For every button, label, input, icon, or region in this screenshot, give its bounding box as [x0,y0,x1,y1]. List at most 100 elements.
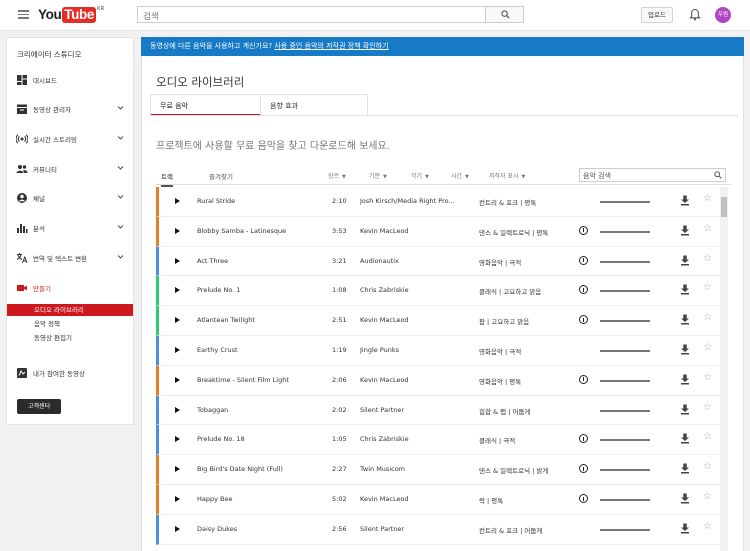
filter-duration[interactable]: 시간 ▼ [451,171,469,180]
banner-link[interactable]: 사용 중인 음악의 저작권 정책 확인하기 [274,42,388,50]
track-artist[interactable]: Silent Partner [360,406,470,414]
track-artist[interactable]: Twin Musicom [360,465,470,473]
search-input[interactable]: 검색 [137,6,486,23]
track-artist[interactable]: Jingle Punks [360,346,470,354]
sidebar-item-analytics[interactable]: 분석 [7,220,133,236]
track-row[interactable]: Earthy Crust 1:19 Jingle Punks 영화음악 | 극적 ☆ [156,336,720,366]
star-icon[interactable]: ☆ [703,282,712,293]
download-icon[interactable] [680,255,690,266]
track-row[interactable]: Daisy Dukes 2:56 Silent Partner 컨트리 & 포크 | … [156,514,720,545]
track-row[interactable]: Atlantean Twilight 2:51 Kevin MacLeod 팝 | 고… [156,306,720,336]
attribution-required-icon[interactable] [579,285,588,295]
play-icon[interactable] [175,198,180,204]
play-icon[interactable] [175,376,180,383]
play-icon[interactable] [175,347,180,353]
star-icon[interactable]: ☆ [703,402,712,413]
sidebar-item-live-streaming[interactable]: 실시간 스트리밍 [7,131,133,147]
help-center-button[interactable]: 고객센터 [17,399,61,414]
track-row[interactable]: Blobby Samba - Latinesque 3:53 Kevin MacLe… [156,216,720,247]
music-search-input[interactable]: 음악 검색 [579,168,726,182]
sidebar-item-dashboard[interactable]: 대시보드 [7,72,133,88]
sidebar-item-video-manager[interactable]: 동영상 관리자 [7,101,133,117]
sidebar-item-channel[interactable]: 채널 [7,190,133,206]
upload-button[interactable]: 업로드 [641,7,673,23]
play-icon[interactable] [175,227,180,234]
star-icon[interactable]: ☆ [703,253,712,264]
download-icon[interactable] [680,374,690,385]
star-icon[interactable]: ☆ [703,521,712,532]
attribution-required-icon[interactable] [579,225,588,235]
star-icon[interactable]: ☆ [703,342,712,353]
tab-sound-effects[interactable]: 음향 효과 [260,95,368,116]
track-artist[interactable]: Audionautix [360,257,470,265]
download-icon[interactable] [680,314,690,325]
scrollbar-thumb[interactable] [721,197,727,217]
play-icon[interactable] [175,406,180,413]
sidebar-sub-music-policy[interactable]: 음악 정책 [7,318,133,330]
track-row[interactable]: Prelude No. 18 1:05 Chris Zabriskie 클래식 | 극… [156,425,720,456]
play-icon[interactable] [175,287,180,294]
play-icon[interactable] [175,466,180,473]
scrollbar-track[interactable] [720,187,728,551]
tab-free-music[interactable]: 무료 음악 [151,95,260,116]
track-row[interactable]: Act Three 3:21 Audionautix 영화음악 | 극적 ☆ [156,246,720,277]
avatar[interactable]: 우원 [715,7,731,23]
sidebar-sub-audio-library[interactable]: 오디오 라이브러리 [7,304,133,316]
menu-icon[interactable] [18,10,29,19]
sidebar-item-create[interactable]: 만들기 [7,280,133,296]
star-icon[interactable]: ☆ [703,461,712,472]
track-artist[interactable]: Chris Zabriskie [360,286,470,294]
play-icon[interactable] [175,496,180,502]
youtube-logo[interactable]: You Tube KR [38,6,104,23]
play-icon[interactable] [175,436,180,443]
attribution-required-icon[interactable] [579,374,588,384]
filter-mood[interactable]: 기분 ▼ [369,171,387,180]
download-icon[interactable] [680,493,690,504]
star-icon[interactable]: ☆ [703,193,712,204]
track-artist[interactable]: Kevin MacLeod [360,227,470,235]
star-icon[interactable]: ☆ [703,312,712,323]
track-artist[interactable]: Silent Partner [360,525,470,533]
download-icon[interactable] [680,433,690,444]
play-icon[interactable] [175,317,180,324]
attribution-required-icon[interactable] [579,494,588,503]
filter-instrument[interactable]: 악기 ▼ [411,171,429,180]
download-icon[interactable] [680,404,690,415]
filter-genre[interactable]: 장르 ▼ [328,171,346,180]
download-icon[interactable] [680,195,690,206]
attribution-required-icon[interactable] [579,315,588,325]
filter-tab-favorites[interactable]: 즐겨찾기 [209,171,233,181]
sidebar-item-contributed-videos[interactable]: 내가 참여한 동영상 [7,365,133,381]
track-row[interactable]: Tobaggan 2:02 Silent Partner 힙합 & 랩 | 어둡게 ☆ [156,395,720,426]
download-icon[interactable] [680,463,690,474]
play-icon[interactable] [175,257,180,264]
sidebar-item-translation[interactable]: 번역 및 텍스트 변환 [7,250,133,266]
star-icon[interactable]: ☆ [703,431,712,442]
track-row[interactable]: Rural Stride 2:10 Josh Kirsch/Media Right … [156,187,720,217]
attribution-required-icon[interactable] [579,255,588,265]
track-row[interactable]: Big Bird's Date Night (Full) 2:27 Twin Mus… [156,455,720,485]
bell-icon[interactable] [689,8,701,21]
download-icon[interactable] [680,344,690,355]
download-icon[interactable] [680,225,690,236]
track-row[interactable]: Breaktime - Silent Film Light 2:06 Kevin M… [156,365,720,396]
track-artist[interactable]: Kevin MacLeod [360,316,470,324]
track-artist[interactable]: Kevin MacLeod [360,495,470,503]
download-icon[interactable] [680,284,690,295]
track-artist[interactable]: Chris Zabriskie [360,435,470,443]
star-icon[interactable]: ☆ [703,372,712,383]
sidebar-sub-video-editor[interactable]: 동영상 편집기 [7,332,133,344]
star-icon[interactable]: ☆ [703,491,712,502]
track-row[interactable]: Prelude No. 1 1:08 Chris Zabriskie 클래식 | 고요… [156,276,720,307]
attribution-required-icon[interactable] [579,464,588,474]
star-icon[interactable]: ☆ [703,223,712,234]
track-artist[interactable]: Kevin MacLeod [360,376,470,384]
track-artist[interactable]: Josh Kirsch/Media Right Pro... [360,197,470,205]
sidebar-item-community[interactable]: 커뮤니티 [7,161,133,177]
filter-attribution[interactable]: 저작자 표시 ▼ [489,171,525,180]
track-row[interactable]: Happy Bee 5:02 Kevin MacLeod 락 | 평톡 ☆ [156,485,720,515]
download-icon[interactable] [680,523,690,534]
attribution-required-icon[interactable] [579,434,588,444]
play-icon[interactable] [175,525,180,532]
search-button[interactable] [485,6,524,23]
